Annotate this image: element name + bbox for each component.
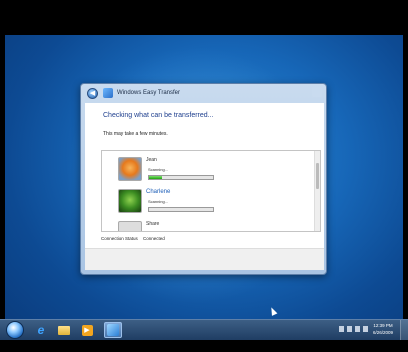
tray-arrow-icon[interactable] [339, 326, 344, 332]
internet-explorer-icon: e [37, 323, 45, 337]
easy-transfer-icon [107, 324, 119, 336]
user-name: Charlene [146, 189, 171, 195]
internet-explorer-button[interactable]: e [32, 322, 50, 338]
user-list[interactable]: Jean Scanning... Charlene Scanning... Sh… [101, 150, 321, 232]
letterbox-top [0, 0, 408, 35]
clock-time: 12:39 PM [373, 323, 393, 328]
window-footer [85, 248, 324, 270]
network-icon[interactable] [355, 326, 360, 332]
letterbox-bottom [0, 340, 408, 352]
media-player-icon: ▶ [81, 324, 93, 336]
progress-bar [148, 207, 214, 212]
easy-transfer-window: ◀ Windows Easy Transfer Checking what ca… [80, 83, 327, 275]
title-bar: ◀ Windows Easy Transfer [81, 84, 326, 102]
back-arrow-icon[interactable]: ◀ [87, 87, 98, 99]
list-scrollbar[interactable] [314, 151, 320, 231]
user-status: Scanning... [148, 199, 169, 204]
notification-area[interactable] [339, 326, 368, 332]
mouse-cursor-icon [268, 306, 278, 316]
page-subtext: This may take a few minutes. [103, 131, 168, 137]
clock-date: 6/26/2009 [372, 330, 394, 335]
easy-transfer-taskbar-button[interactable] [104, 322, 122, 338]
flag-icon[interactable] [347, 326, 352, 332]
close-button[interactable] [312, 87, 322, 97]
window-content: Checking what can be transferred... This… [85, 103, 324, 270]
scroll-thumb[interactable] [316, 163, 319, 189]
user-name: Jean [146, 157, 157, 163]
page-heading: Checking what can be transferred... [103, 112, 214, 119]
user-avatar-leaf [118, 189, 142, 213]
connection-status-value: Connected [143, 236, 165, 241]
easy-transfer-icon [103, 88, 113, 98]
user-status: Scanning... [148, 167, 169, 172]
user-avatar-flower [118, 157, 142, 181]
desktop: ◀ Windows Easy Transfer Checking what ca… [5, 35, 403, 340]
user-avatar [118, 221, 142, 231]
progress-bar [148, 175, 214, 180]
media-player-button[interactable]: ▶ [78, 322, 96, 338]
connection-status-label: Connection Status [101, 236, 138, 241]
explorer-button[interactable] [55, 322, 73, 338]
show-desktop-button[interactable] [400, 320, 408, 340]
taskbar: e ▶ 12:39 PM 6/26/2009 [0, 319, 408, 340]
list-item[interactable]: Jean Scanning... [118, 157, 278, 187]
start-button[interactable] [6, 321, 24, 339]
folder-icon [58, 325, 70, 335]
list-item[interactable]: Share [118, 221, 278, 231]
taskbar-clock[interactable]: 12:39 PM 6/26/2009 [368, 322, 398, 336]
list-item[interactable]: Charlene Scanning... [118, 189, 278, 219]
progress-fill [149, 176, 162, 179]
window-title: Windows Easy Transfer [117, 90, 181, 96]
user-name: Share [146, 221, 160, 227]
